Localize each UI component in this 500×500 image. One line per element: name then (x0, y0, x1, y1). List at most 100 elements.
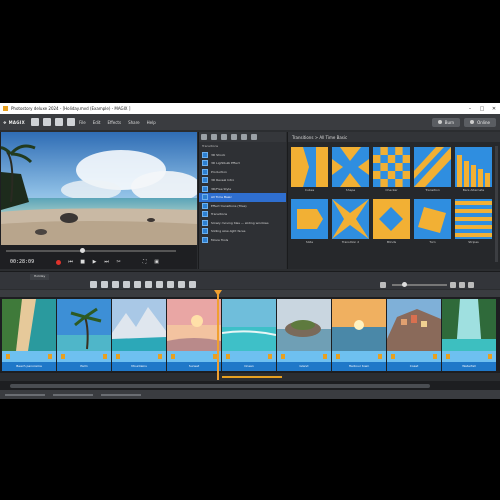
menu-help[interactable]: Help (147, 120, 156, 125)
project-tab[interactable]: Holiday (30, 274, 50, 280)
category-item[interactable]: Slowly moving tiles — sliding windows (199, 219, 286, 228)
transition-marker[interactable] (281, 354, 285, 359)
timeline-clip[interactable]: Mountains (112, 299, 166, 371)
zoom-out-icon[interactable] (380, 282, 386, 288)
menu-share[interactable]: Share (128, 120, 140, 125)
transition-marker[interactable] (336, 354, 340, 359)
timeline-clip[interactable]: Sunset (167, 299, 221, 371)
transition-marker[interactable] (103, 354, 107, 359)
playhead[interactable] (214, 290, 222, 380)
split-icon[interactable] (123, 281, 130, 288)
timeline-scrollbar[interactable] (10, 384, 430, 388)
templates-icon[interactable] (251, 134, 257, 140)
transitions-scrollbar[interactable] (495, 146, 498, 262)
text-icon[interactable] (221, 134, 227, 140)
zoom-handle[interactable] (402, 282, 407, 287)
preview-video-frame[interactable] (1, 132, 197, 245)
minimize-button[interactable]: – (464, 106, 476, 112)
transition-tile[interactable]: Shape (332, 147, 369, 193)
music-icon[interactable] (167, 281, 174, 288)
fullscreen-button[interactable]: ⛶ (140, 258, 149, 266)
transition-marker[interactable] (48, 354, 52, 359)
stop-button[interactable]: ■ (78, 258, 87, 266)
transition-marker[interactable] (323, 354, 327, 359)
timeline-ruler[interactable] (0, 290, 500, 297)
transition-tile[interactable]: Stripes (455, 199, 492, 245)
category-item[interactable]: Production (199, 168, 286, 177)
save-icon[interactable] (55, 118, 64, 126)
audio-segment[interactable] (222, 376, 282, 378)
menu-effects[interactable]: Effects (107, 120, 121, 125)
transition-marker[interactable] (226, 354, 230, 359)
play-button[interactable]: ▶ (90, 258, 99, 266)
crop-icon[interactable] (145, 281, 152, 288)
text-tool-icon[interactable] (134, 281, 141, 288)
transition-marker[interactable] (446, 354, 450, 359)
monitor-settings-button[interactable]: ▣ (152, 258, 161, 266)
menu-edit[interactable]: Edit (93, 120, 101, 125)
delete-icon[interactable] (112, 281, 119, 288)
category-item[interactable]: 3D Shock (199, 151, 286, 160)
fonts-icon[interactable] (211, 134, 217, 140)
timeline-clip[interactable]: Beach panorama (2, 299, 56, 371)
category-item[interactable]: Transitions (199, 142, 286, 151)
timeline-clip[interactable]: Harbour town (332, 299, 386, 371)
category-item[interactable]: Movie Tools (199, 236, 286, 245)
effects-icon[interactable] (231, 134, 237, 140)
category-item[interactable]: Transitions (199, 210, 286, 219)
burn-button[interactable]: Burn (431, 117, 461, 127)
zoom-in-icon[interactable] (450, 282, 456, 288)
transition-tile[interactable]: Slide (291, 199, 328, 245)
timeline-clip[interactable]: Coast (387, 299, 441, 371)
transition-tile[interactable]: Checker (373, 147, 410, 193)
timeline-clip[interactable]: Palm (57, 299, 111, 371)
record-button[interactable] (54, 258, 63, 266)
open-icon[interactable] (43, 118, 52, 126)
new-project-icon[interactable] (31, 118, 40, 126)
maximize-button[interactable]: □ (476, 106, 488, 112)
category-item[interactable]: Effect transitions (Tiles) (199, 202, 286, 211)
rotate-icon[interactable] (156, 281, 163, 288)
transition-marker[interactable] (268, 354, 272, 359)
preview-scrubber[interactable] (6, 248, 176, 253)
cut-button[interactable]: ✂ (114, 258, 123, 266)
timeline-clip[interactable]: Island (277, 299, 331, 371)
audio-icon[interactable] (241, 134, 247, 140)
online-button[interactable]: Online (464, 117, 496, 127)
transition-marker[interactable] (171, 354, 175, 359)
transition-marker[interactable] (391, 354, 395, 359)
close-button[interactable]: ✕ (488, 106, 500, 112)
category-item[interactable]: 3D Lightbulb Effect (199, 159, 286, 168)
transition-marker[interactable] (158, 354, 162, 359)
zoom-slider[interactable] (392, 282, 447, 287)
import-icon[interactable] (201, 134, 207, 140)
transition-tile[interactable]: Transition (414, 147, 451, 193)
scrubber-handle[interactable] (80, 248, 85, 253)
timeline-clip[interactable]: Waterfall (442, 299, 496, 371)
category-item[interactable]: 3D/Free Style (199, 185, 286, 194)
transition-marker[interactable] (6, 354, 10, 359)
timeline-clip[interactable]: Ocean (222, 299, 276, 371)
transition-tile[interactable]: Turn (414, 199, 451, 245)
playhead-marker[interactable] (214, 290, 222, 296)
transition-marker[interactable] (378, 354, 382, 359)
marker-icon[interactable] (189, 281, 196, 288)
transition-tile[interactable]: Blinds (373, 199, 410, 245)
voice-icon[interactable] (178, 281, 185, 288)
undo-icon[interactable] (67, 118, 76, 126)
redo-edit-icon[interactable] (101, 281, 108, 288)
category-item[interactable]: 3D Reveal Intro (199, 176, 286, 185)
transition-tile[interactable]: Bars Alternate (455, 147, 492, 193)
skip-forward-button[interactable]: ⏭ (102, 258, 111, 266)
view-mode-icon[interactable] (459, 282, 465, 288)
category-item[interactable]: All Time Basic (199, 193, 286, 202)
transition-marker[interactable] (116, 354, 120, 359)
transition-marker[interactable] (61, 354, 65, 359)
transition-tile[interactable]: Cubes (291, 147, 328, 193)
audio-track[interactable] (0, 373, 500, 381)
skip-back-button[interactable]: ⏮ (66, 258, 75, 266)
transition-marker[interactable] (488, 354, 492, 359)
undo-edit-icon[interactable] (90, 281, 97, 288)
transition-tile[interactable]: Transition 2 (332, 199, 369, 245)
category-item[interactable]: Sliding slow-light faces (199, 227, 286, 236)
